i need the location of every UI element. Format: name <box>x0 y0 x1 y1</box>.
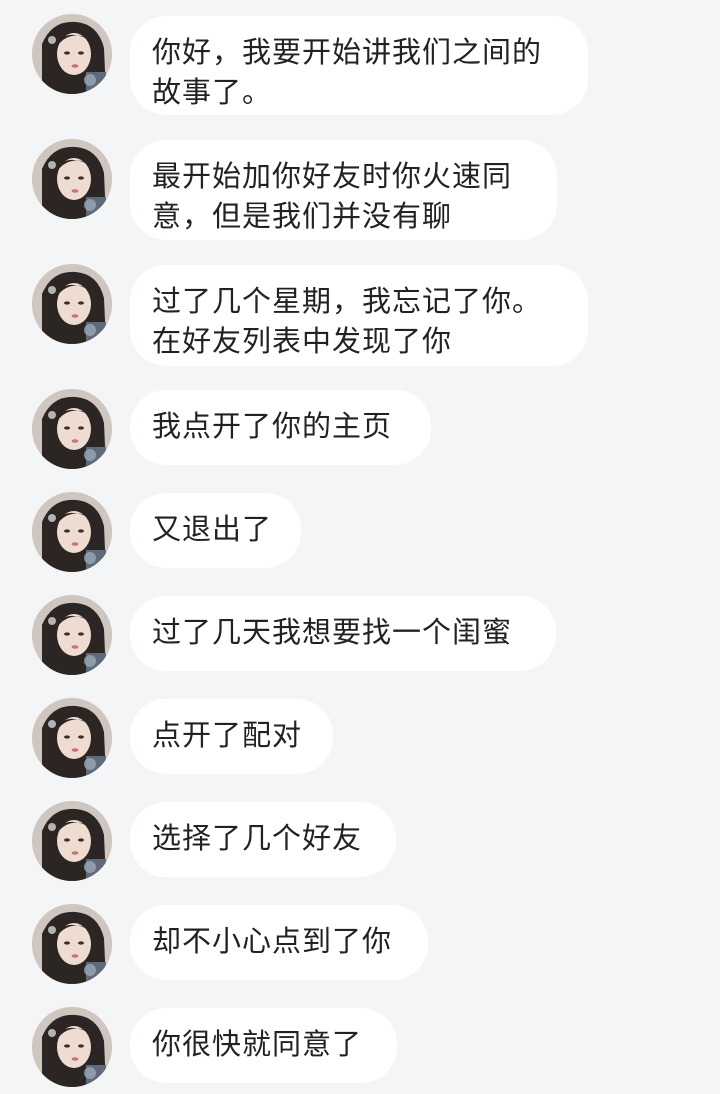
message-line: 在好友列表中发现了你 <box>152 324 453 358</box>
user-avatar-photo-icon[interactable] <box>32 1007 112 1087</box>
user-avatar-photo-icon[interactable] <box>32 904 112 984</box>
chat-message-list: 你好，我要开始讲我们之间的 故事了。 最开始加你好友时你火速同 意，但是我们并没… <box>0 0 720 1094</box>
chat-bubble[interactable]: 最开始加你好友时你火速同 意，但是我们并没有聊 <box>130 140 557 240</box>
avatar-image <box>32 801 112 881</box>
avatar-image <box>32 1007 112 1087</box>
chat-bubble[interactable]: 过了几天我想要找一个闺蜜 <box>130 596 556 671</box>
avatar-image <box>32 904 112 984</box>
message-line: 过了几天我想要找一个闺蜜 <box>152 615 513 649</box>
chat-bubble[interactable]: 你好，我要开始讲我们之间的 故事了。 <box>130 16 588 115</box>
chat-bubble[interactable]: 又退出了 <box>130 493 301 568</box>
chat-bubble[interactable]: 过了几个星期，我忘记了你。 在好友列表中发现了你 <box>130 265 588 366</box>
avatar-image <box>32 389 112 469</box>
user-avatar-photo-icon[interactable] <box>32 139 112 219</box>
avatar-image <box>32 139 112 219</box>
avatar-image <box>32 264 112 344</box>
message-line: 却不小心点到了你 <box>152 924 393 958</box>
message-line: 过了几个星期，我忘记了你。 <box>152 284 543 318</box>
message-line: 你好，我要开始讲我们之间的 <box>152 35 543 69</box>
message-line: 你很快就同意了 <box>152 1027 363 1061</box>
chat-bubble[interactable]: 我点开了你的主页 <box>130 390 431 465</box>
user-avatar-photo-icon[interactable] <box>32 14 112 94</box>
avatar-image <box>32 595 112 675</box>
user-avatar-photo-icon[interactable] <box>32 389 112 469</box>
message-line: 最开始加你好友时你火速同 <box>152 159 513 193</box>
message-line: 我点开了你的主页 <box>152 409 393 443</box>
user-avatar-photo-icon[interactable] <box>32 264 112 344</box>
user-avatar-photo-icon[interactable] <box>32 492 112 572</box>
avatar-image <box>32 698 112 778</box>
message-line: 选择了几个好友 <box>152 821 363 855</box>
chat-bubble[interactable]: 却不小心点到了你 <box>130 905 428 980</box>
avatar-image <box>32 492 112 572</box>
message-line: 意，但是我们并没有聊 <box>152 199 453 233</box>
chat-bubble[interactable]: 你很快就同意了 <box>130 1008 397 1083</box>
user-avatar-photo-icon[interactable] <box>32 801 112 881</box>
avatar-image <box>32 14 112 94</box>
user-avatar-photo-icon[interactable] <box>32 595 112 675</box>
chat-bubble[interactable]: 选择了几个好友 <box>130 802 396 877</box>
chat-bubble[interactable]: 点开了配对 <box>130 699 333 774</box>
message-line: 故事了。 <box>152 75 273 109</box>
message-line: 点开了配对 <box>152 718 303 752</box>
message-line: 又退出了 <box>152 512 273 546</box>
user-avatar-photo-icon[interactable] <box>32 698 112 778</box>
